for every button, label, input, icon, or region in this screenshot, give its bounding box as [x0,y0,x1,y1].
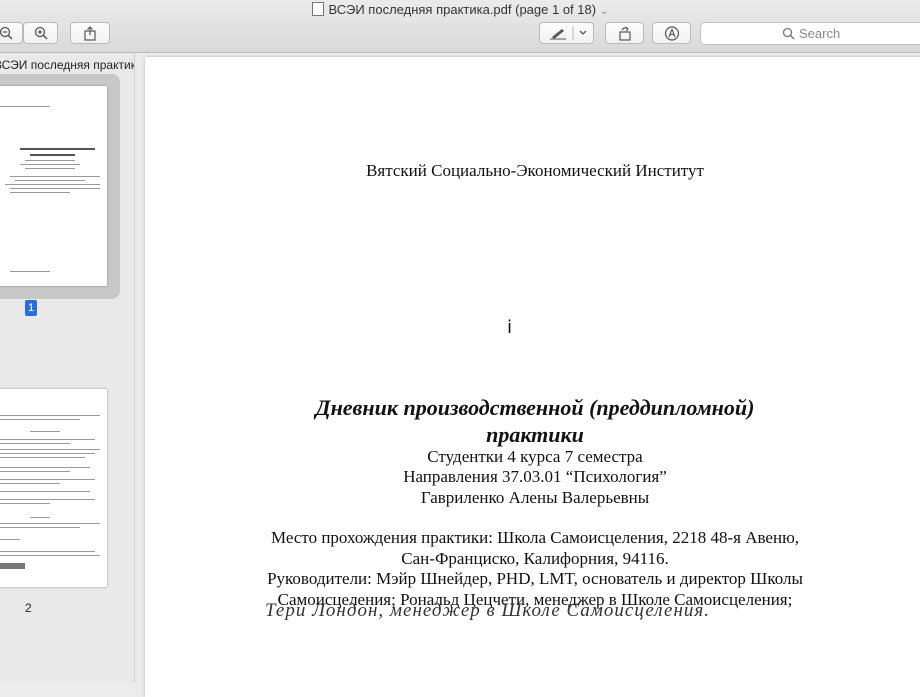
page-mark: ⅰ [507,317,513,337]
zoom-out-button[interactable] [0,22,23,44]
search-field[interactable]: Search [700,22,920,45]
supervisors-line1: Руководители: Мэйр Шнейдер, PHD, LMT, ос… [267,569,803,588]
page-number-badge-1: 1 [25,300,37,316]
window-title: ВСЭИ последняя практика.pdf (page 1 of 1… [0,0,920,20]
toolbar: ВСЭИ последняя практика.pdf (page 1 of 1… [0,0,920,53]
document-title-line2: практики [486,422,584,447]
rotate-icon [618,26,631,41]
handwritten-note: Тери Лондон, менеджер в Школе Самоисцеле… [265,600,710,621]
practice-place-line2: Сан-Франциско, Калифорния, 94116. [401,549,669,568]
page-thumbnail-1[interactable] [0,86,107,286]
zoom-out-icon [0,26,13,40]
pdf-page[interactable]: Вятский Социально-Экономический Институт… [145,57,920,697]
thumbnail-sidebar[interactable]: ВСЭИ последняя практика.pdf 1 [0,53,135,682]
student-name: Гавриленко Алены Валерьевны [420,488,650,507]
pdf-document-icon [311,2,324,16]
window-title-text: ВСЭИ последняя практика.pdf (page 1 of 1… [328,2,597,17]
zoom-in-icon [34,26,48,40]
search-placeholder: Search [799,26,841,41]
zoom-in-button[interactable] [23,22,58,44]
chevron-down-icon[interactable]: ⌄ [600,6,608,17]
pen-icon [549,26,586,40]
student-course: Студентки 4 курса 7 семестра [427,447,643,466]
institute-name: Вятский Социально-Экономический Институт [366,161,704,180]
direction: Направления 37.03.01 “Психология” [403,467,667,486]
annotate-button[interactable] [652,22,691,44]
page-number-2: 2 [25,601,32,615]
sidebar-file-name: ВСЭИ последняя практика.pdf [0,58,134,72]
document-title-line1: Дневник производственной (преддипломной) [315,395,755,420]
markup-button[interactable] [539,22,594,44]
search-icon [782,27,795,40]
rotate-button[interactable] [605,22,644,44]
share-button[interactable] [70,22,110,44]
share-icon [84,26,96,41]
document-title: Дневник производственной (преддипломной)… [145,394,920,448]
page-thumbnail-2[interactable] [0,389,107,587]
markup-circle-icon [664,26,679,41]
practice-place-line1: Место прохождения практики: Школа Самоис… [270,528,800,547]
